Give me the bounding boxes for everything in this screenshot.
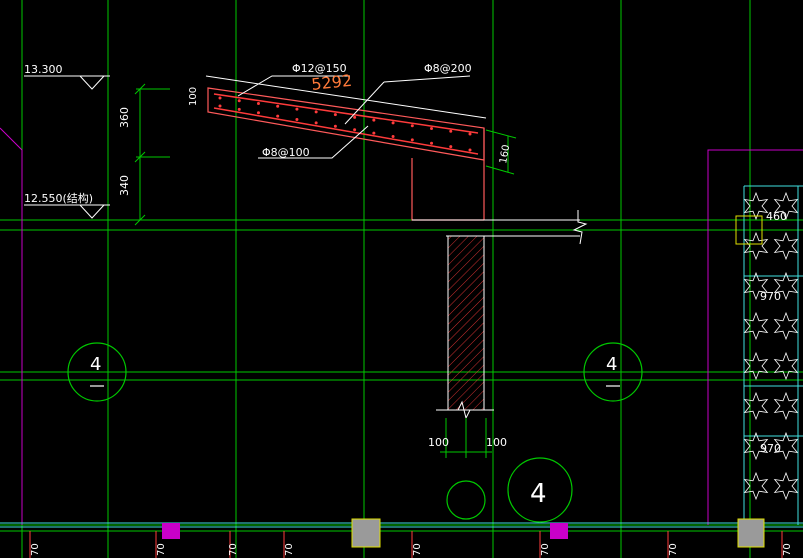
bottom-label: 70 <box>782 543 793 556</box>
rebar-dot <box>449 129 453 133</box>
bottom-label: 70 <box>540 543 551 556</box>
rebar-dot <box>430 126 434 130</box>
panel-star <box>773 311 799 341</box>
level-marker-top <box>24 75 110 90</box>
level-bottom-label: 12.550(结构) <box>24 191 93 205</box>
grid-lines <box>0 0 803 558</box>
axis-marker-bottom-label: 4 <box>530 479 547 509</box>
panel-star <box>773 391 799 421</box>
axis-markers <box>67 342 643 523</box>
floor-slab <box>412 210 588 245</box>
cad-drawing-canvas[interactable]: 13.300 12.550(结构) 360 340 Φ12@150 Φ8@200… <box>0 0 803 558</box>
rebar-dot <box>295 107 299 111</box>
slab-left-thickness: 100 <box>188 87 199 106</box>
wall-right-dim: 100 <box>486 436 507 449</box>
vertical-dimension <box>134 83 170 226</box>
right-dim-1: 460 <box>766 210 787 223</box>
wall-section <box>436 235 494 420</box>
rebar-dot <box>314 110 318 114</box>
top-ticks <box>107 0 494 8</box>
rebar-dot <box>333 113 337 117</box>
wall-left-dim: 100 <box>428 436 449 449</box>
bottom-label: 70 <box>668 543 679 556</box>
rebar-dot <box>256 111 260 115</box>
rebar-dot <box>276 104 280 108</box>
panel-star <box>743 471 769 501</box>
rebar-dot <box>410 124 414 128</box>
axis-marker-right-label: 4 <box>606 354 617 375</box>
panel-star <box>773 471 799 501</box>
rebar-dot <box>237 107 241 111</box>
rebar-dot <box>256 102 260 106</box>
dim-upper-label: 360 <box>118 107 131 128</box>
bottom-label: 70 <box>284 543 295 556</box>
right-dim-3: 970 <box>760 442 781 455</box>
rebar-dot <box>295 118 299 122</box>
left-section <box>0 127 23 525</box>
panel-star <box>773 231 799 261</box>
level-top-label: 13.300 <box>24 63 63 76</box>
panel-star <box>743 391 769 421</box>
panel-star <box>743 311 769 341</box>
rebar-dot <box>449 145 453 149</box>
rebar-dot <box>391 134 395 138</box>
rebar-stirrup-label: Φ8@100 <box>262 146 310 159</box>
bottom-labels: 70 70 70 70 70 70 70 70 <box>30 543 793 556</box>
rebar-dot <box>353 128 357 132</box>
rebar-dot <box>468 132 472 136</box>
drawing-svg: 13.300 12.550(结构) 360 340 Φ12@150 Φ8@200… <box>0 0 803 558</box>
right-dim-2: 970 <box>760 290 781 303</box>
rebar-dot <box>276 114 280 118</box>
bottom-label: 70 <box>412 543 423 556</box>
rebar-dot <box>372 118 376 122</box>
panel-star <box>773 351 799 381</box>
level-marker-bottom <box>24 204 110 219</box>
rebar-dot <box>353 115 357 119</box>
panel-star <box>743 231 769 261</box>
bottom-label: 70 <box>30 543 41 556</box>
rebar-dot <box>372 131 376 135</box>
rebar-dot <box>314 121 318 125</box>
dim-lower-label: 340 <box>118 175 131 196</box>
rebar-dot <box>333 124 337 128</box>
bottom-label: 70 <box>156 543 167 556</box>
rebar-dot <box>237 99 241 103</box>
canopy-slab <box>205 75 487 221</box>
rebar-dot <box>218 96 222 100</box>
axis-marker-left-label: 4 <box>90 354 101 375</box>
panel-star <box>743 191 769 221</box>
rebar-dot <box>468 148 472 152</box>
rebar-distribution-label: Φ8@200 <box>424 62 472 75</box>
rebar-dot <box>430 141 434 145</box>
bottom-label: 70 <box>228 543 239 556</box>
rebar-dot <box>391 121 395 125</box>
slab-right-thickness: 160 <box>498 144 512 165</box>
panel-star <box>743 351 769 381</box>
rebar-dot <box>218 104 222 108</box>
rebar-dot <box>410 138 414 142</box>
slope-length-label: 5292 <box>310 71 352 94</box>
